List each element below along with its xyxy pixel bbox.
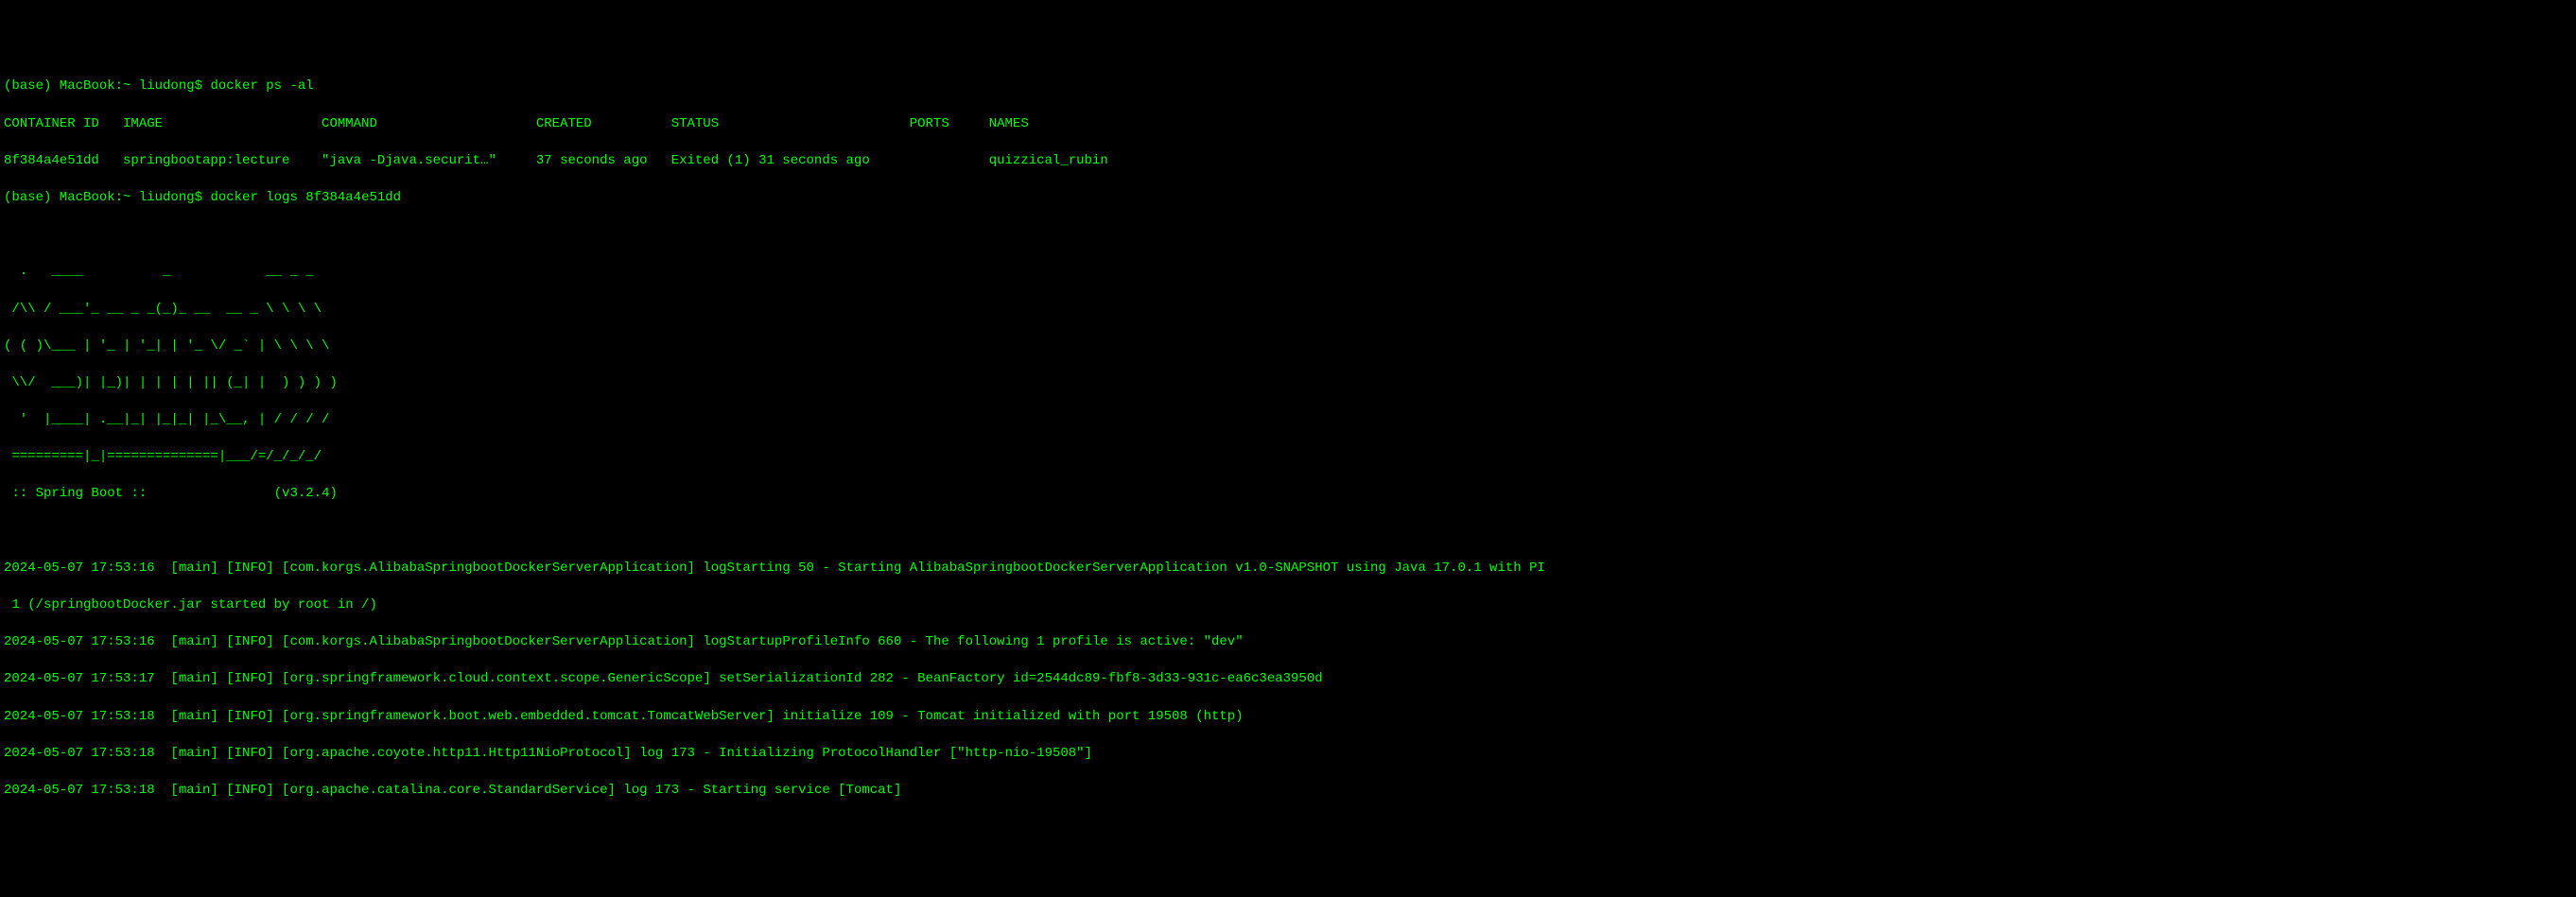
prompt-line-1: (base) MacBook:~ liudong$ docker ps -al xyxy=(4,78,2572,96)
spring-boot-version: (v3.2.4) xyxy=(274,486,338,501)
prompt-prefix-1: (base) MacBook:~ liudong$ xyxy=(4,78,210,94)
log-line-6: 2024-05-07 17:53:18 [main] [INFO] [org.a… xyxy=(4,745,2572,764)
cell-status: Exited (1) 31 seconds ago xyxy=(671,152,910,171)
spring-boot-label: :: Spring Boot :: xyxy=(4,486,147,501)
header-image: IMAGE xyxy=(123,115,322,134)
blank-line-1 xyxy=(4,226,2572,245)
command-2: docker logs 8f384a4e51dd xyxy=(210,190,401,205)
docker-ps-header: CONTAINER IDIMAGECOMMANDCREATEDSTATUSPOR… xyxy=(4,115,2572,134)
log-line-3: 2024-05-07 17:53:16 [main] [INFO] [com.k… xyxy=(4,633,2572,652)
banner-line-1: . ____ _ __ _ _ xyxy=(4,263,2572,282)
header-status: STATUS xyxy=(671,115,910,134)
docker-ps-row: 8f384a4e51ddspringbootapp:lecture"java -… xyxy=(4,152,2572,171)
log-line-5: 2024-05-07 17:53:18 [main] [INFO] [org.s… xyxy=(4,708,2572,727)
banner-line-2: /\\ / ___'_ __ _ _(_)_ __ __ _ \ \ \ \ xyxy=(4,301,2572,319)
prompt-line-2: (base) MacBook:~ liudong$ docker logs 8f… xyxy=(4,189,2572,208)
header-created: CREATED xyxy=(536,115,671,134)
header-command: COMMAND xyxy=(322,115,536,134)
prompt-prefix-2: (base) MacBook:~ liudong$ xyxy=(4,190,210,205)
banner-line-6: =========|_|==============|___/=/_/_/_/ xyxy=(4,448,2572,467)
log-line-4: 2024-05-07 17:53:17 [main] [INFO] [org.s… xyxy=(4,670,2572,689)
spring-boot-spacer xyxy=(147,486,273,501)
cell-image: springbootapp:lecture xyxy=(123,152,322,171)
command-1: docker ps -al xyxy=(210,78,313,94)
header-container-id: CONTAINER ID xyxy=(4,115,123,134)
log-line-2: 1 (/springbootDocker.jar started by root… xyxy=(4,596,2572,615)
header-names: NAMES xyxy=(989,116,1029,131)
cell-command: "java -Djava.securit…" xyxy=(322,152,536,171)
blank-line-2 xyxy=(4,523,2572,542)
log-line-7: 2024-05-07 17:53:18 [main] [INFO] [org.a… xyxy=(4,782,2572,801)
cell-container-id: 8f384a4e51dd xyxy=(4,152,123,171)
cell-created: 37 seconds ago xyxy=(536,152,671,171)
banner-line-4: \\/ ___)| |_)| | | | | || (_| | ) ) ) ) xyxy=(4,374,2572,393)
spring-boot-line: :: Spring Boot :: (v3.2.4) xyxy=(4,485,2572,504)
cell-names: quizzical_rubin xyxy=(989,153,1108,168)
banner-line-5: ' |____| .__|_| |_|_| |_\__, | / / / / xyxy=(4,411,2572,430)
log-line-1: 2024-05-07 17:53:16 [main] [INFO] [com.k… xyxy=(4,560,2572,578)
header-ports: PORTS xyxy=(910,115,989,134)
banner-line-3: ( ( )\___ | '_ | '_| | '_ \/ _` | \ \ \ … xyxy=(4,337,2572,356)
